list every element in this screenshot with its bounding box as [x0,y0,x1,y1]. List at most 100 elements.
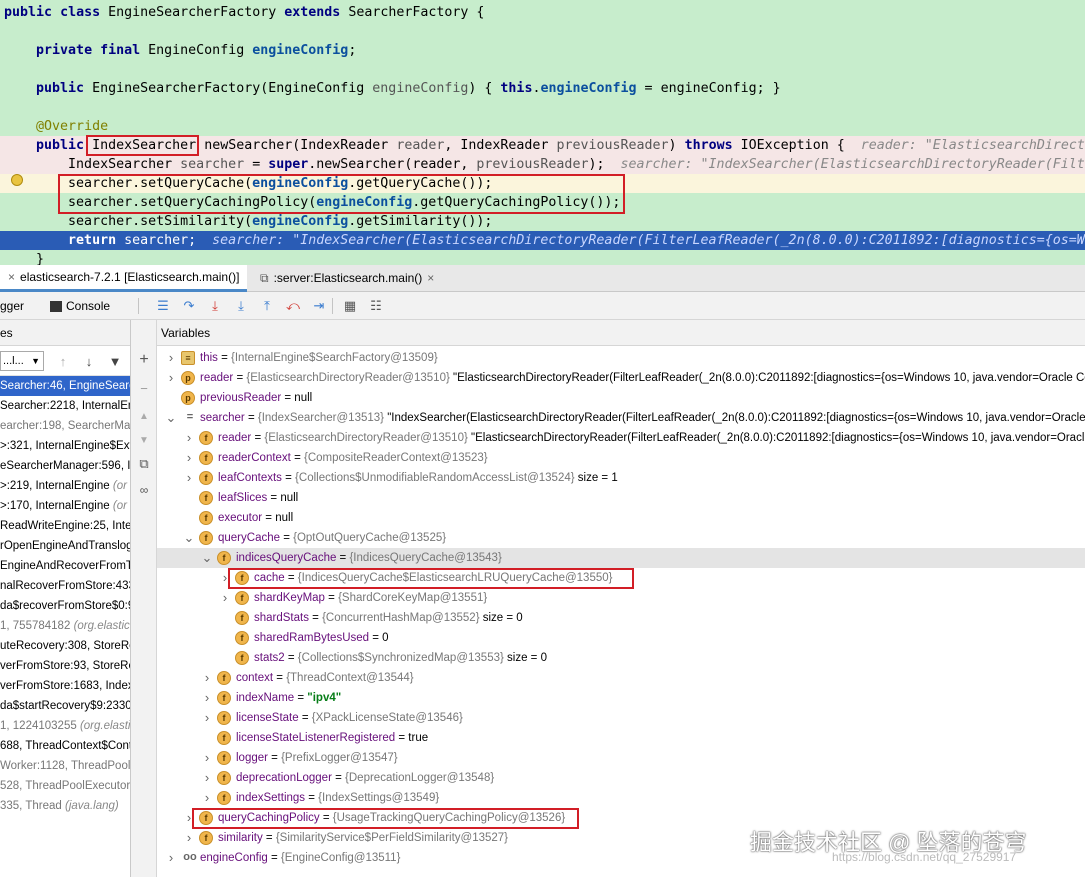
variable-row[interactable]: › f cache = {IndicesQueryCache$Elasticsear… [157,568,1085,588]
frame-item[interactable]: da$recoverFromStore$0:9 [0,596,130,616]
keyword: throws [684,138,733,153]
variable-name: reader [200,372,234,384]
variable-row[interactable]: ⌄ = searcher = {IndexSearcher@13513} "Inde… [157,408,1085,428]
variable-row[interactable]: f shardStats = {ConcurrentHashMap@13552} … [157,608,1085,628]
chevron-right-icon[interactable]: › [183,468,195,488]
chevron-right-icon[interactable]: › [219,568,231,588]
variable-row[interactable]: ⌄ f indicesQueryCache = {IndicesQueryCache… [157,548,1085,568]
variable-value: 0 [382,632,389,644]
filter-icon[interactable]: ▼ [105,351,125,371]
run-to-cursor-icon[interactable]: ⇥ [309,296,329,316]
frame-item[interactable]: Searcher:46, EngineSearch [0,376,130,396]
equals-sign: = [298,712,312,724]
chevron-right-icon[interactable]: › [201,768,213,788]
frame-item[interactable]: ReadWriteEngine:25, Inter [0,516,130,536]
frame-item[interactable]: >:321, InternalEngine$Ext [0,436,130,456]
frame-item[interactable]: 1, 1224103255 (org.elastic [0,716,130,736]
code-editor[interactable]: public class EngineSearcherFactory exten… [0,0,1085,265]
copy-icon[interactable]: ⧉ [134,454,154,474]
tab-debugger[interactable]: gger [0,292,24,320]
glasses-icon[interactable]: ∞ [134,480,154,500]
chevron-right-icon[interactable]: › [183,828,195,848]
chevron-right-icon[interactable]: › [165,368,177,388]
chevron-right-icon[interactable]: › [201,688,213,708]
variable-row[interactable]: › f logger = {PrefixLogger@13547} [157,748,1085,768]
arrow-down-icon[interactable]: ▼ [134,430,154,450]
frame-item[interactable]: earcher:198, SearcherMar [0,416,130,436]
step-out-icon[interactable]: ⤒ [257,296,277,316]
frame-text: Searcher:2218, InternalEng [0,400,130,412]
variable-row[interactable]: › f context = {ThreadContext@13544} [157,668,1085,688]
arrow-down-icon[interactable]: ↓ [79,351,99,371]
frame-item[interactable]: verFromStore:93, StoreRe [0,656,130,676]
thread-select[interactable]: ...l... ▼ [0,351,44,371]
variable-row[interactable]: f licenseStateListenerRegistered = true [157,728,1085,748]
variable-row[interactable]: › p reader = {ElasticsearchDirectoryReader… [157,368,1085,388]
tab-elasticsearch-main[interactable]: × elasticsearch-7.2.1 [Elasticsearch.mai… [0,264,248,292]
drop-frame-icon[interactable]: ⤺ [283,296,303,316]
step-over-icon[interactable]: ↷ [179,296,199,316]
variable-row[interactable]: › f reader = {ElasticsearchDirectoryReader… [157,428,1085,448]
chevron-right-icon[interactable]: › [165,348,177,368]
frame-item[interactable]: >:219, InternalEngine (or [0,476,130,496]
frame-item[interactable]: eSearcherManager:596, In [0,456,130,476]
variable-row[interactable]: f executor = null [157,508,1085,528]
chevron-right-icon[interactable]: › [165,848,177,868]
chevron-right-icon[interactable]: › [201,668,213,688]
chevron-right-icon[interactable]: › [183,808,195,828]
frame-item[interactable]: 688, ThreadContext$Conte [0,736,130,756]
punct: = [244,157,261,172]
evaluate-expression-icon[interactable]: ▦ [340,296,360,316]
variable-row[interactable]: › f leafContexts = {Collections$Unmodifiab… [157,468,1085,488]
variable-row[interactable]: › f licenseState = {XPackLicenseState@1354… [157,708,1085,728]
close-icon[interactable]: × [427,265,434,292]
variable-row[interactable]: ⌄ f queryCache = {OptOutQueryCache@13525} [157,528,1085,548]
variable-row[interactable]: › ≡ this = {InternalEngine$SearchFactory@1… [157,348,1085,368]
frame-item[interactable]: rOpenEngineAndTranslog [0,536,130,556]
plus-icon[interactable]: + [134,350,154,370]
variable-row[interactable]: › f shardKeyMap = {ShardCoreKeyMap@13551} [157,588,1085,608]
minus-icon[interactable]: − [134,378,154,398]
variable-type: {ConcurrentHashMap@13552} [322,612,480,624]
step-into-icon[interactable]: ⤓ [205,296,225,316]
variable-row[interactable]: f leafSlices = null [157,488,1085,508]
variable-row[interactable]: › f indexSettings = {IndexSettings@13549} [157,788,1085,808]
breakpoint-icon[interactable] [11,174,23,186]
variable-row[interactable]: p previousReader = null [157,388,1085,408]
variable-row[interactable]: › f deprecationLogger = {DeprecationLogger… [157,768,1085,788]
arrow-up-icon[interactable]: ▲ [134,406,154,426]
close-icon[interactable]: × [8,264,15,291]
frame-item[interactable]: verFromStore:1683, Index [0,676,130,696]
frame-item[interactable]: Worker:1128, ThreadPoolE [0,756,130,776]
frame-item[interactable]: uteRecovery:308, StoreRe [0,636,130,656]
chevron-right-icon[interactable]: › [201,748,213,768]
chevron-down-icon[interactable]: ⌄ [201,548,213,568]
frame-item[interactable]: da$startRecovery$9:2330 [0,696,130,716]
layout-icon[interactable]: ☷ [366,296,386,316]
variable-row[interactable]: f sharedRamBytesUsed = 0 [157,628,1085,648]
frame-item[interactable]: Searcher:2218, InternalEng [0,396,130,416]
inline-value-hint: searcher: "IndexSearcher(ElasticsearchDi… [212,233,1085,248]
chevron-right-icon[interactable]: › [219,588,231,608]
variable-row[interactable]: › f indexName = "ipv4" [157,688,1085,708]
frame-item[interactable]: 1, 755784182 (org.elastic [0,616,130,636]
arrow-up-icon[interactable]: ↑ [53,351,73,371]
frame-item[interactable]: 335, Thread (java.lang) [0,796,130,816]
frame-item[interactable]: EngineAndRecoverFromT [0,556,130,576]
variable-row[interactable]: › f readerContext = {CompositeReaderContex… [157,448,1085,468]
tab-server-main[interactable]: ⧉ :server:Elasticsearch.main() × [252,265,442,292]
chevron-right-icon[interactable]: › [183,448,195,468]
frame-item[interactable]: 528, ThreadPoolExecutor$ [0,776,130,796]
type-name: IndexSearcher [68,157,173,172]
frame-item[interactable]: >:170, InternalEngine (or [0,496,130,516]
frame-item[interactable]: nalRecoverFromStore:433 [0,576,130,596]
chevron-right-icon[interactable]: › [183,428,195,448]
tab-console[interactable]: Console [50,292,110,320]
chevron-right-icon[interactable]: › [201,788,213,808]
force-step-into-icon[interactable]: ⤓ [231,296,251,316]
show-execution-point-icon[interactable]: ☰ [153,296,173,316]
chevron-down-icon[interactable]: ⌄ [165,408,177,428]
variable-row[interactable]: f stats2 = {Collections$SynchronizedMap@1… [157,648,1085,668]
chevron-down-icon[interactable]: ⌄ [183,528,195,548]
chevron-right-icon[interactable]: › [201,708,213,728]
